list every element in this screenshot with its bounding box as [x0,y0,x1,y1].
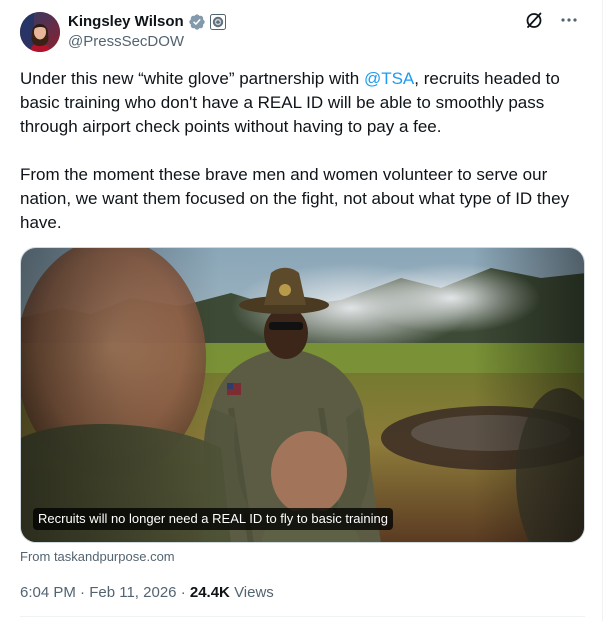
meta-separator: · [80,584,86,601]
link-card-source[interactable]: From taskandpurpose.com [20,549,175,565]
views-count: 24.4K [189,584,230,601]
tweet-actions-top [524,10,578,30]
tweet-card: Kingsley Wilson @PressSecDOW Under this … [0,0,603,621]
divider [20,616,585,617]
avatar[interactable] [20,12,60,52]
timestamp-time[interactable]: 6:04 PM [20,584,76,601]
verified-badge-icon[interactable] [188,13,206,31]
tweet-text-segment: Under this new “white glove” partnership… [20,69,364,88]
tweet-paragraph-2: From the moment these brave men and wome… [20,165,570,232]
author-name[interactable]: Kingsley Wilson [68,12,184,32]
link-card-caption[interactable]: Recruits will no longer need a REAL ID t… [33,508,393,530]
tweet-meta: 6:04 PM · Feb 11, 2026 · 24.4K Views [20,583,274,603]
timestamp-date[interactable]: Feb 11, 2026 [89,584,176,601]
author-handle[interactable]: @PressSecDOW [68,32,184,52]
author-row: Kingsley Wilson [68,12,226,32]
link-card-image[interactable]: Recruits will no longer need a REAL ID t… [20,247,585,543]
views-label: Views [234,584,274,601]
tweet-text: Under this new “white glove” partnership… [20,67,585,235]
more-horizontal-icon[interactable] [560,11,578,29]
slash-circle-icon[interactable] [524,10,544,30]
mention-link[interactable]: @TSA [364,69,414,88]
meta-separator: · [180,584,186,601]
government-seal-icon[interactable] [209,14,226,30]
tweet-paragraph-1: Under this new “white glove” partnership… [20,67,585,139]
